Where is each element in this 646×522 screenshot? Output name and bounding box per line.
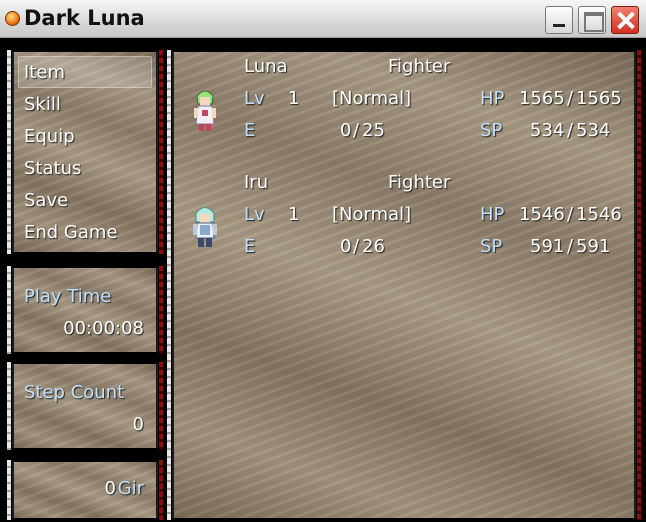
steps-label: Step Count [24, 382, 125, 403]
exp-label: E [244, 236, 256, 257]
menu-item-equip[interactable]: Equip [24, 126, 75, 147]
member-class: Fighter [388, 56, 451, 77]
member-state: [Normal] [332, 88, 412, 109]
exp-next: 26 [362, 236, 385, 257]
hp-label: HP [480, 88, 505, 109]
iru-sprite-icon [193, 207, 217, 247]
hp-max: 1546 [576, 204, 622, 225]
app-icon [5, 11, 20, 26]
sp-value: 591 [530, 236, 565, 257]
exp-next: 25 [362, 120, 385, 141]
member-class: Fighter [388, 172, 451, 193]
window-title: Dark Luna [24, 6, 145, 30]
exp-label: E [244, 120, 256, 141]
menu-item-save[interactable]: Save [24, 190, 68, 211]
title-bar: Dark Luna [0, 0, 646, 38]
menu-item-status[interactable]: Status [24, 158, 81, 179]
hp-label: HP [480, 204, 505, 225]
gold-window: 0 Gir [7, 460, 163, 520]
member-state: [Normal] [332, 204, 412, 225]
member-name: Luna [244, 56, 288, 77]
member-name: Iru [244, 172, 269, 193]
hp-value: 1565 [519, 88, 565, 109]
exp-value: 0 [340, 120, 352, 141]
steps-window: Step Count 0 [7, 362, 163, 450]
hp-max: 1565 [576, 88, 622, 109]
gold-unit: Gir [117, 478, 144, 499]
party-status-window: Luna Fighter Lv 1 [Normal] HP 1565 / 156… [167, 50, 641, 520]
exp-value: 0 [340, 236, 352, 257]
command-window: Item Skill Equip Status Save End Game [7, 50, 163, 254]
maximize-button[interactable] [578, 6, 606, 34]
level-value: 1 [288, 88, 300, 109]
playtime-label: Play Time [24, 286, 112, 307]
menu-item-skill[interactable]: Skill [24, 94, 61, 115]
level-value: 1 [288, 204, 300, 225]
close-button[interactable] [611, 6, 639, 34]
menu-item-end-game[interactable]: End Game [24, 222, 118, 243]
sp-max: 534 [576, 120, 611, 141]
level-label: Lv [244, 204, 265, 225]
luna-sprite-icon [194, 90, 216, 131]
sp-label: SP [480, 120, 503, 141]
sp-label: SP [480, 236, 503, 257]
menu-item-item[interactable]: Item [24, 62, 65, 83]
hp-value: 1546 [519, 204, 565, 225]
sp-max: 591 [576, 236, 611, 257]
minimize-button[interactable] [545, 6, 573, 34]
steps-value: 0 [132, 414, 144, 435]
playtime-window: Play Time 00:00:08 [7, 266, 163, 354]
playtime-value: 00:00:08 [63, 318, 144, 339]
gold-value: 0 [104, 478, 116, 499]
game-screen: Item Skill Equip Status Save End Game Pl… [0, 38, 646, 522]
level-label: Lv [244, 88, 265, 109]
sp-value: 534 [530, 120, 565, 141]
